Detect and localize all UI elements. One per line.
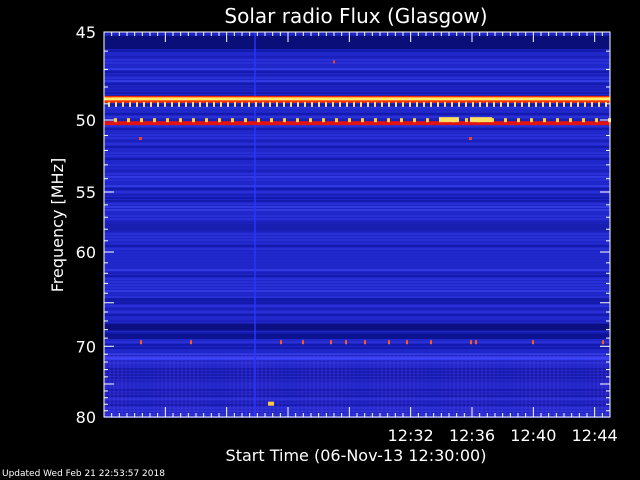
y-tick-label: 45	[76, 23, 96, 42]
burst-spot	[268, 401, 274, 406]
x-tick-label: 12:40	[510, 426, 556, 445]
spectrogram-chart: Solar radio Flux (Glasgow) 455055607080 …	[48, 4, 618, 465]
dark-band-2	[104, 298, 610, 302]
y-tick-label: 50	[76, 111, 96, 130]
vertical-gap-line	[254, 32, 256, 417]
y-tick-label: 60	[76, 243, 96, 262]
burst-spot	[139, 137, 142, 141]
dark-band-3	[104, 323, 610, 331]
x-tick-label: 12:36	[449, 426, 495, 445]
y-axis-label: Frequency [MHz]	[48, 158, 67, 292]
plot-area	[103, 31, 611, 418]
burst-spot	[469, 137, 472, 141]
dark-band-1	[104, 223, 610, 231]
dark-band-4	[104, 333, 610, 339]
dark-band-0	[104, 35, 610, 50]
y-tick-label: 80	[76, 408, 96, 427]
update-timestamp: Updated Wed Feb 21 22:53:57 2018	[2, 469, 165, 479]
x-axis-label: Start Time (06-Nov-13 12:30:00)	[226, 446, 487, 465]
y-axis-ticks: 45 50 55 60 70 80	[76, 23, 96, 427]
chart-title: Solar radio Flux (Glasgow)	[224, 4, 487, 28]
x-tick-label: 12:44	[572, 426, 618, 445]
y-tick-label: 55	[76, 183, 96, 202]
band-saturated-core	[104, 97, 610, 101]
burst-spot	[333, 60, 335, 64]
x-tick-label: 12:32	[388, 426, 434, 445]
x-axis-ticks: 12:32 12:36 12:40 12:44	[388, 426, 618, 445]
y-tick-label: 70	[76, 337, 96, 356]
